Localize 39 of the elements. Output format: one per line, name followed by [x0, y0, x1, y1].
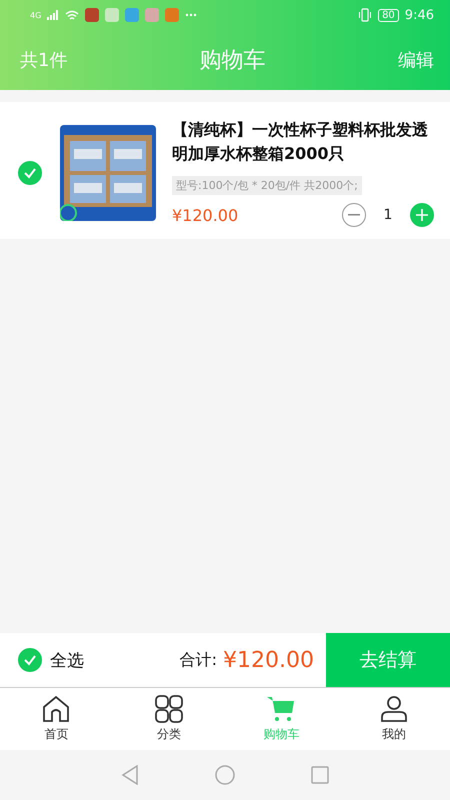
select-all-label[interactable]: 全选 [50, 648, 84, 672]
minus-icon [348, 214, 360, 216]
check-icon [23, 653, 37, 667]
app-icon [105, 8, 120, 22]
home-icon [42, 695, 70, 723]
cart-icon [267, 695, 296, 723]
network-label: 4G [30, 10, 42, 20]
wifi-icon [65, 10, 80, 20]
app-icon [125, 8, 140, 22]
recents-icon[interactable] [311, 766, 329, 784]
more-icon [185, 13, 198, 17]
app-icon [145, 8, 160, 22]
total-label: 合计: [180, 650, 218, 670]
nav-tab[interactable]: 分类 [112, 688, 225, 750]
plus-icon [416, 209, 428, 221]
quantity-value: 1 [382, 207, 394, 223]
increase-button[interactable] [410, 203, 434, 227]
item-count: 共1件 [20, 49, 68, 72]
product-title[interactable]: 【清纯杯】一次性杯子塑料杯批发透明加厚水杯整箱2000只 [172, 118, 434, 166]
vibrate-icon [358, 8, 372, 22]
nav-tab[interactable]: 我的 [338, 688, 450, 750]
check-icon [23, 166, 37, 180]
nav-tab[interactable]: 首页 [0, 688, 112, 750]
product-price: ¥120.00 [172, 206, 240, 224]
user-icon [380, 695, 408, 723]
item-checkbox[interactable] [18, 160, 42, 184]
battery-icon: 80 [378, 8, 399, 22]
total-price: ¥120.00 [223, 648, 314, 672]
product-spec: 型号:100个/包 * 20包/件 共2000个; [172, 176, 362, 195]
home-circle-icon[interactable] [215, 765, 235, 785]
select-all-checkbox[interactable] [18, 648, 42, 672]
back-icon[interactable] [121, 765, 139, 785]
decrease-button[interactable] [342, 203, 366, 227]
grid-icon [154, 695, 183, 723]
app-icon [85, 8, 100, 22]
signal-icon [47, 10, 60, 20]
page-title: 购物车 [200, 47, 266, 75]
clock: 9:46 [404, 8, 434, 22]
app-icon [165, 8, 180, 22]
